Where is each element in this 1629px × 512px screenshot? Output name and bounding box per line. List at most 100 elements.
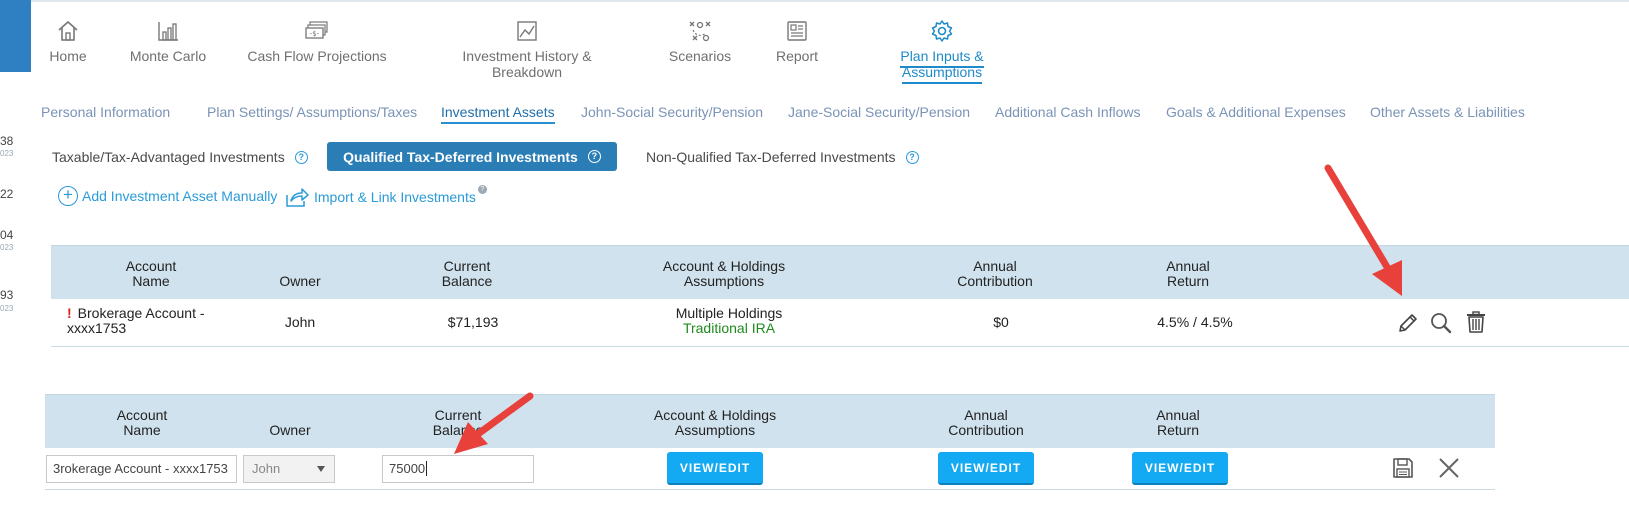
account-name-line: Brokerage Account - <box>77 305 205 321</box>
tab-other-assets[interactable]: Other Assets & Liabilities <box>1370 104 1525 120</box>
col-annual-return: Annual Return <box>1138 259 1238 289</box>
nav-scenarios[interactable]: Scenarios <box>667 18 733 64</box>
add-circle-icon: + <box>58 186 78 206</box>
tab-plan-settings[interactable]: Plan Settings/ Assumptions/Taxes <box>207 104 417 120</box>
tab-qualified-tax-deferred[interactable]: Qualified Tax-Deferred Investments ? <box>327 142 617 171</box>
tab-taxable-investments[interactable]: Taxable/Tax-Advantaged Investments ? <box>52 149 308 165</box>
gear-icon <box>931 20 953 42</box>
account-name-input[interactable]: 3rokerage Account - xxxx1753 <box>46 455 237 483</box>
nav-home[interactable]: Home <box>48 18 88 64</box>
annual-contribution-cell: $0 <box>993 314 1009 330</box>
search-magnifier-icon[interactable] <box>1429 311 1453 335</box>
nav-cash-flow-projections[interactable]: -$- Cash Flow Projections <box>247 18 387 64</box>
nav-investment-history[interactable]: Investment History & Breakdown <box>427 18 627 80</box>
owner-selected-value: John <box>252 461 281 476</box>
header-line: Annual <box>1156 407 1200 423</box>
account-name-cell: ! Brokerage Account - xxxx1753 <box>67 306 205 336</box>
nav-label: Report <box>775 48 819 64</box>
header-line: Balance <box>441 273 493 289</box>
help-icon[interactable]: ? <box>587 150 601 163</box>
col-owner: Owner <box>279 273 321 289</box>
svg-text:-$-: -$- <box>310 30 320 38</box>
nav-label: Home <box>49 48 87 64</box>
close-icon[interactable] <box>1438 457 1460 479</box>
view-edit-contribution-button[interactable]: VIEW/EDIT <box>938 452 1034 485</box>
account-name-line: xxxx1753 <box>67 320 127 336</box>
account-type-text: Traditional IRA <box>682 320 776 336</box>
col-current-balance: Current Balance <box>408 408 508 438</box>
chevron-down-icon <box>317 466 325 472</box>
save-disk-icon[interactable] <box>1391 456 1415 480</box>
header-line: Return <box>1166 273 1210 289</box>
owner-select[interactable]: John <box>243 455 335 483</box>
tab-label: Qualified Tax-Deferred Investments <box>343 148 578 165</box>
help-icon[interactable]: ? <box>905 150 919 164</box>
tab-non-qualified-tax-deferred[interactable]: Non-Qualified Tax-Deferred Investments ? <box>646 149 919 165</box>
line-chart-icon <box>517 21 537 41</box>
nav-monte-carlo[interactable]: Monte Carlo <box>128 18 208 64</box>
tab-personal-information[interactable]: Personal Information <box>41 104 170 120</box>
side-sub: 023 <box>0 243 14 252</box>
header-line: Name <box>132 273 170 289</box>
strategy-icon <box>689 21 711 42</box>
col-annual-contribution: Annual Contribution <box>926 408 1046 438</box>
current-balance-input[interactable]: 75000 <box>382 455 534 483</box>
owner-cell: John <box>284 314 316 330</box>
help-icon[interactable]: ? <box>294 150 308 164</box>
tab-goals-expenses[interactable]: Goals & Additional Expenses <box>1166 104 1346 120</box>
side-value: 04 <box>0 228 14 242</box>
header-line: Annual <box>964 407 1008 423</box>
view-edit-assumptions-button[interactable]: VIEW/EDIT <box>667 452 763 485</box>
header-line: Account & Holdings <box>653 407 777 423</box>
header-line: Current <box>434 407 482 423</box>
link-label: Import & Link Investments <box>314 189 476 205</box>
header-line: Account & Holdings <box>662 258 786 274</box>
col-owner: Owner <box>269 422 311 438</box>
bar-chart-icon <box>158 22 178 41</box>
view-edit-return-button[interactable]: VIEW/EDIT <box>1132 452 1228 485</box>
add-investment-manually-link[interactable]: + Add Investment Asset Manually <box>58 186 277 206</box>
home-icon <box>58 20 78 41</box>
side-value: 93 <box>0 288 14 302</box>
col-account-name: Account Name <box>101 259 201 289</box>
col-account-name: Account Name <box>92 408 192 438</box>
help-icon[interactable]: ? <box>477 184 487 194</box>
side-value: 38 <box>0 134 14 148</box>
accounts-table-header: Account Name Owner Current Balance Accou… <box>51 245 1629 299</box>
col-annual-return: Annual Return <box>1128 408 1228 438</box>
text-cursor <box>426 461 428 476</box>
header-line: Annual <box>973 258 1017 274</box>
trash-icon[interactable] <box>1464 310 1488 334</box>
header-line: Account <box>125 258 177 274</box>
table-row: ! Brokerage Account - xxxx1753 John $71,1… <box>51 299 1629 347</box>
import-link-investments-link[interactable]: Import & Link Investments ? <box>284 184 487 208</box>
col-assumptions: Account & Holdings Assumptions <box>644 259 804 289</box>
nav-label: Plan Inputs & Assumptions <box>900 48 984 84</box>
holdings-text: Multiple Holdings <box>675 305 783 321</box>
current-balance-cell: $71,193 <box>447 314 499 330</box>
side-value: 22 <box>0 187 14 201</box>
side-sub: 023 <box>0 304 14 313</box>
annual-return-cell: 4.5% / 4.5% <box>1157 314 1233 330</box>
nav-plan-inputs[interactable]: Plan Inputs & Assumptions <box>859 18 1025 84</box>
header-line: Assumptions <box>674 422 756 438</box>
side-summary-values: 38 023 22 04 023 93 023 <box>0 0 20 512</box>
header-line: Contribution <box>948 422 1024 438</box>
nav-label: Monte Carlo <box>129 48 207 64</box>
nav-label: Scenarios <box>668 48 732 64</box>
tab-additional-cash-inflows[interactable]: Additional Cash Inflows <box>995 104 1141 120</box>
side-sub: 023 <box>0 149 14 158</box>
col-assumptions: Account & Holdings Assumptions <box>635 408 795 438</box>
header-line: Assumptions <box>683 273 765 289</box>
edit-pencil-icon[interactable] <box>1396 311 1420 335</box>
nav-label: Cash Flow Projections <box>247 48 387 64</box>
nav-label: Investment History & Breakdown <box>462 48 592 80</box>
nav-report[interactable]: Report <box>772 18 822 64</box>
header-line: Contribution <box>957 273 1033 289</box>
tab-jane-social-security[interactable]: Jane-Social Security/Pension <box>788 104 970 120</box>
report-icon <box>787 21 807 41</box>
warning-icon: ! <box>67 305 72 321</box>
tab-investment-assets[interactable]: Investment Assets <box>441 104 555 124</box>
tab-john-social-security[interactable]: John-Social Security/Pension <box>581 104 763 120</box>
header-line: Account <box>116 407 168 423</box>
